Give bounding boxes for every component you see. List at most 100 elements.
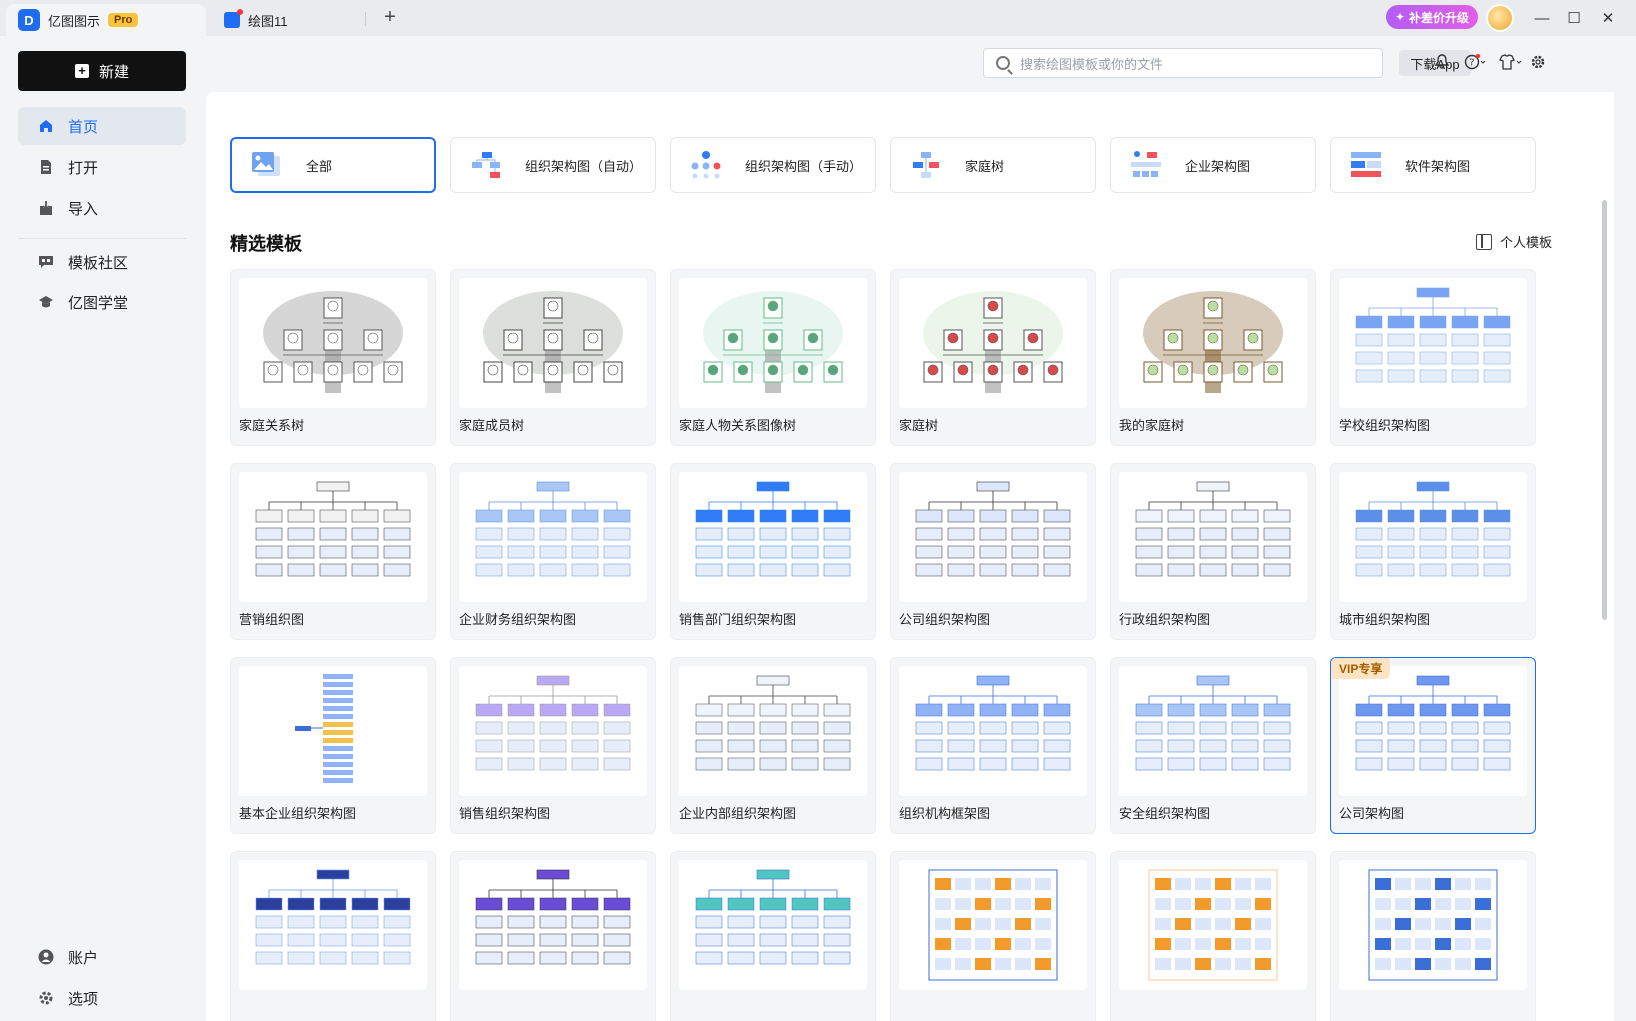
template-thumbnail — [899, 472, 1087, 602]
template-card[interactable]: 我的家庭树 — [1110, 269, 1316, 446]
title-bar: D 亿图图示 Pro 绘图11 + ✦ 补差价升级 — ☐ ✕ — [0, 0, 1636, 36]
template-thumbnail — [1339, 860, 1527, 990]
software-arch-icon — [1349, 150, 1383, 180]
tab-home[interactable]: D 亿图图示 Pro — [6, 4, 206, 36]
template-thumbnail — [679, 278, 867, 408]
nav-template-community[interactable]: 模板社区 — [18, 243, 186, 281]
template-card[interactable] — [1330, 851, 1536, 1021]
main-content: 全部 组织架构图（自动） 组织架构图（手动） 家庭树 企业架构图 软件架构图 精… — [206, 92, 1614, 1021]
template-card[interactable]: 企业财务组织架构图 — [450, 463, 656, 640]
template-card[interactable]: 公司架构图 VIP专享 — [1330, 657, 1536, 834]
new-button-label: 新建 — [98, 63, 129, 81]
personal-templates-button[interactable]: 个人模板 — [1476, 232, 1552, 251]
template-card[interactable]: 家庭树 — [890, 269, 1096, 446]
nav-options[interactable]: 选项 — [18, 981, 186, 1015]
maximize-icon[interactable]: ☐ — [1560, 6, 1588, 30]
account-icon — [38, 949, 54, 965]
tab-document[interactable]: 绘图11 — [212, 4, 362, 36]
user-avatar[interactable] — [1486, 4, 1514, 32]
home-icon — [40, 120, 52, 132]
template-card[interactable]: 企业内部组织架构图 — [670, 657, 876, 834]
template-card[interactable]: 营销组织图 — [230, 463, 436, 640]
template-label: 家庭成员树 — [459, 418, 525, 433]
template-label: 销售部门组织架构图 — [679, 612, 797, 627]
template-thumbnail — [1339, 666, 1527, 796]
template-thumbnail — [679, 666, 867, 796]
close-icon[interactable]: ✕ — [1594, 6, 1622, 30]
template-thumbnail — [459, 666, 647, 796]
new-tab-plus-icon[interactable]: + — [378, 6, 402, 29]
bell-icon[interactable] — [1432, 54, 1452, 74]
template-card[interactable]: 家庭关系树 — [230, 269, 436, 446]
nav-label: 导入 — [68, 200, 99, 218]
nav-account[interactable]: 账户 — [18, 940, 186, 974]
template-card[interactable] — [450, 851, 656, 1021]
template-card[interactable]: 安全组织架构图 — [1110, 657, 1316, 834]
nav-label: 打开 — [68, 159, 99, 177]
template-thumbnail — [1339, 472, 1527, 602]
search-input[interactable]: 搜索绘图模板或你的文件 — [983, 48, 1383, 78]
template-card[interactable]: 家庭人物关系图像树 — [670, 269, 876, 446]
category-label: 软件架构图 — [1405, 158, 1471, 174]
template-card[interactable]: 基本企业组织架构图 — [230, 657, 436, 834]
tab-divider — [365, 12, 366, 26]
template-card[interactable]: 组织机构框架图 — [890, 657, 1096, 834]
template-card[interactable]: 公司组织架构图 — [890, 463, 1096, 640]
template-card[interactable] — [1110, 851, 1316, 1021]
template-card[interactable] — [670, 851, 876, 1021]
template-thumbnail — [239, 278, 427, 408]
template-card[interactable]: 学校组织架构图 — [1330, 269, 1536, 446]
template-label: 企业财务组织架构图 — [459, 612, 577, 627]
template-thumbnail — [1119, 472, 1307, 602]
category-label: 家庭树 — [965, 158, 1005, 174]
template-thumbnail — [679, 472, 867, 602]
new-button[interactable]: + 新建 — [18, 51, 186, 91]
app-name: 亿图图示 — [48, 13, 101, 29]
section-title: 精选模板 — [230, 234, 302, 254]
category-label: 全部 — [306, 158, 333, 174]
category-family-tree[interactable]: 家庭树 — [890, 137, 1096, 193]
help-icon[interactable]: ? — [1464, 53, 1488, 74]
category-org-manual[interactable]: 组织架构图（手动） — [670, 137, 876, 193]
nav-academy[interactable]: 亿图学堂 — [18, 283, 186, 321]
template-label: 家庭关系树 — [239, 418, 305, 433]
template-thumbnail — [239, 860, 427, 990]
graduation-cap-icon — [39, 296, 53, 308]
template-card[interactable]: 销售部门组织架构图 — [670, 463, 876, 640]
nav-label: 账户 — [68, 949, 99, 967]
category-all[interactable]: 全部 — [230, 137, 436, 193]
category-software[interactable]: 软件架构图 — [1330, 137, 1536, 193]
nav-open[interactable]: 打开 — [18, 148, 186, 186]
template-card[interactable] — [230, 851, 436, 1021]
org-nodes-icon — [689, 150, 723, 180]
upgrade-button[interactable]: ✦ 补差价升级 — [1386, 5, 1478, 29]
template-thumbnail — [459, 472, 647, 602]
template-card[interactable]: 家庭成员树 — [450, 269, 656, 446]
template-thumbnail — [239, 472, 427, 602]
template-card[interactable]: 销售组织架构图 — [450, 657, 656, 834]
nav-label: 模板社区 — [68, 254, 129, 272]
upgrade-label: 补差价升级 — [1409, 10, 1470, 25]
template-card[interactable]: 行政组织架构图 — [1110, 463, 1316, 640]
category-org-auto[interactable]: 组织架构图（自动） — [450, 137, 656, 193]
template-label: 行政组织架构图 — [1119, 612, 1211, 627]
template-card[interactable]: 城市组织架构图 — [1330, 463, 1536, 640]
settings-icon[interactable] — [1528, 54, 1548, 74]
template-label: 企业内部组织架构图 — [679, 806, 797, 821]
minimize-icon[interactable]: — — [1528, 6, 1556, 30]
category-enterprise[interactable]: 企业架构图 — [1110, 137, 1316, 193]
template-label: 营销组织图 — [239, 612, 305, 627]
template-card[interactable] — [890, 851, 1096, 1021]
nav-home[interactable]: 首页 — [18, 107, 186, 145]
template-label: 公司架构图 — [1339, 806, 1405, 821]
app-logo-icon: D — [18, 9, 40, 31]
template-thumbnail — [1119, 278, 1307, 408]
scrollbar[interactable] — [1602, 200, 1607, 620]
template-label: 我的家庭树 — [1119, 418, 1185, 433]
template-thumbnail — [899, 860, 1087, 990]
template-thumbnail — [239, 666, 427, 796]
shirt-icon[interactable] — [1498, 54, 1524, 74]
gift-icon: ✦ — [1394, 10, 1406, 24]
search-placeholder: 搜索绘图模板或你的文件 — [1020, 56, 1164, 72]
nav-import[interactable]: 导入 — [18, 189, 186, 227]
